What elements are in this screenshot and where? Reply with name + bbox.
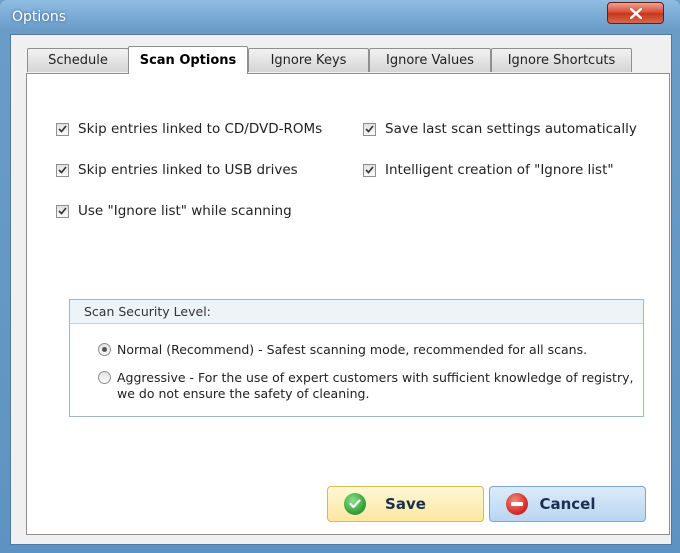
normal-label: Normal (Recommend) - Safest scanning mod… [117,342,588,357]
checkmark-icon [365,125,374,133]
use-ignore-label: Use "Ignore list" while scanning [78,203,292,219]
option-skip-cd-dvd[interactable]: Skip entries linked to CD/DVD-ROMs [56,121,322,137]
cancel-button[interactable]: Cancel [489,486,646,522]
tab-ignore-shortcuts[interactable]: Ignore Shortcuts [491,48,632,72]
checkmark-icon [58,125,67,133]
save-settings-label: Save last scan settings automatically [385,121,637,137]
scan-security-heading: Scan Security Level: [70,300,643,324]
save-button[interactable]: Save [327,486,484,522]
aggressive-label: Aggressive - For the use of expert custo… [117,370,633,402]
save-button-label: Save [385,495,426,513]
use-ignore-checkbox[interactable] [56,204,69,218]
intelligent-label: Intelligent creation of "Ignore list" [385,162,614,178]
checkmark-icon [58,166,67,174]
aggressive-radio[interactable] [98,371,111,384]
intelligent-checkbox[interactable] [363,163,376,177]
tab-ignore-keys[interactable]: Ignore Keys [248,48,369,72]
window-title: Options [12,9,67,25]
option-use-ignore-list[interactable]: Use "Ignore list" while scanning [56,203,292,219]
skip-usb-checkbox[interactable] [56,163,69,177]
radio-selected-dot [102,347,107,352]
skip-usb-label: Skip entries linked to USB drives [78,162,298,178]
skip-cd-checkbox[interactable] [56,122,69,136]
option-skip-usb[interactable]: Skip entries linked to USB drives [56,162,298,178]
title-bar: Options [0,0,680,34]
aggressive-label-line2: we do not ensure the safety of cleaning. [117,386,370,401]
tab-ignore-values[interactable]: Ignore Values [369,48,491,72]
scan-options-panel: Skip entries linked to CD/DVD-ROMs Skip … [26,73,670,535]
cancel-button-label: Cancel [539,495,596,513]
checkmark-icon [365,166,374,174]
option-intelligent-ignore[interactable]: Intelligent creation of "Ignore list" [363,162,614,178]
scan-security-group: Scan Security Level: Normal (Recommend) … [69,299,644,417]
save-settings-checkbox[interactable] [363,122,376,136]
minus-icon [506,493,528,515]
close-icon [629,7,642,19]
dialog-client-area: Schedule Scan Options Ignore Keys Ignore… [10,34,672,545]
aggressive-label-line1: Aggressive - For the use of expert custo… [117,370,634,385]
checkmark-icon [58,207,67,215]
tab-scan-options[interactable]: Scan Options [128,46,248,74]
close-button[interactable] [607,2,664,24]
option-save-settings[interactable]: Save last scan settings automatically [363,121,637,137]
tab-schedule[interactable]: Schedule [27,48,129,72]
radio-normal[interactable]: Normal (Recommend) - Safest scanning mod… [98,342,587,358]
normal-radio[interactable] [98,343,111,356]
skip-cd-label: Skip entries linked to CD/DVD-ROMs [78,121,323,137]
checkmark-icon [344,493,366,515]
radio-aggressive[interactable]: Aggressive - For the use of expert custo… [98,370,633,402]
options-window: Options Schedule Scan Options Ignore Key… [0,0,680,553]
